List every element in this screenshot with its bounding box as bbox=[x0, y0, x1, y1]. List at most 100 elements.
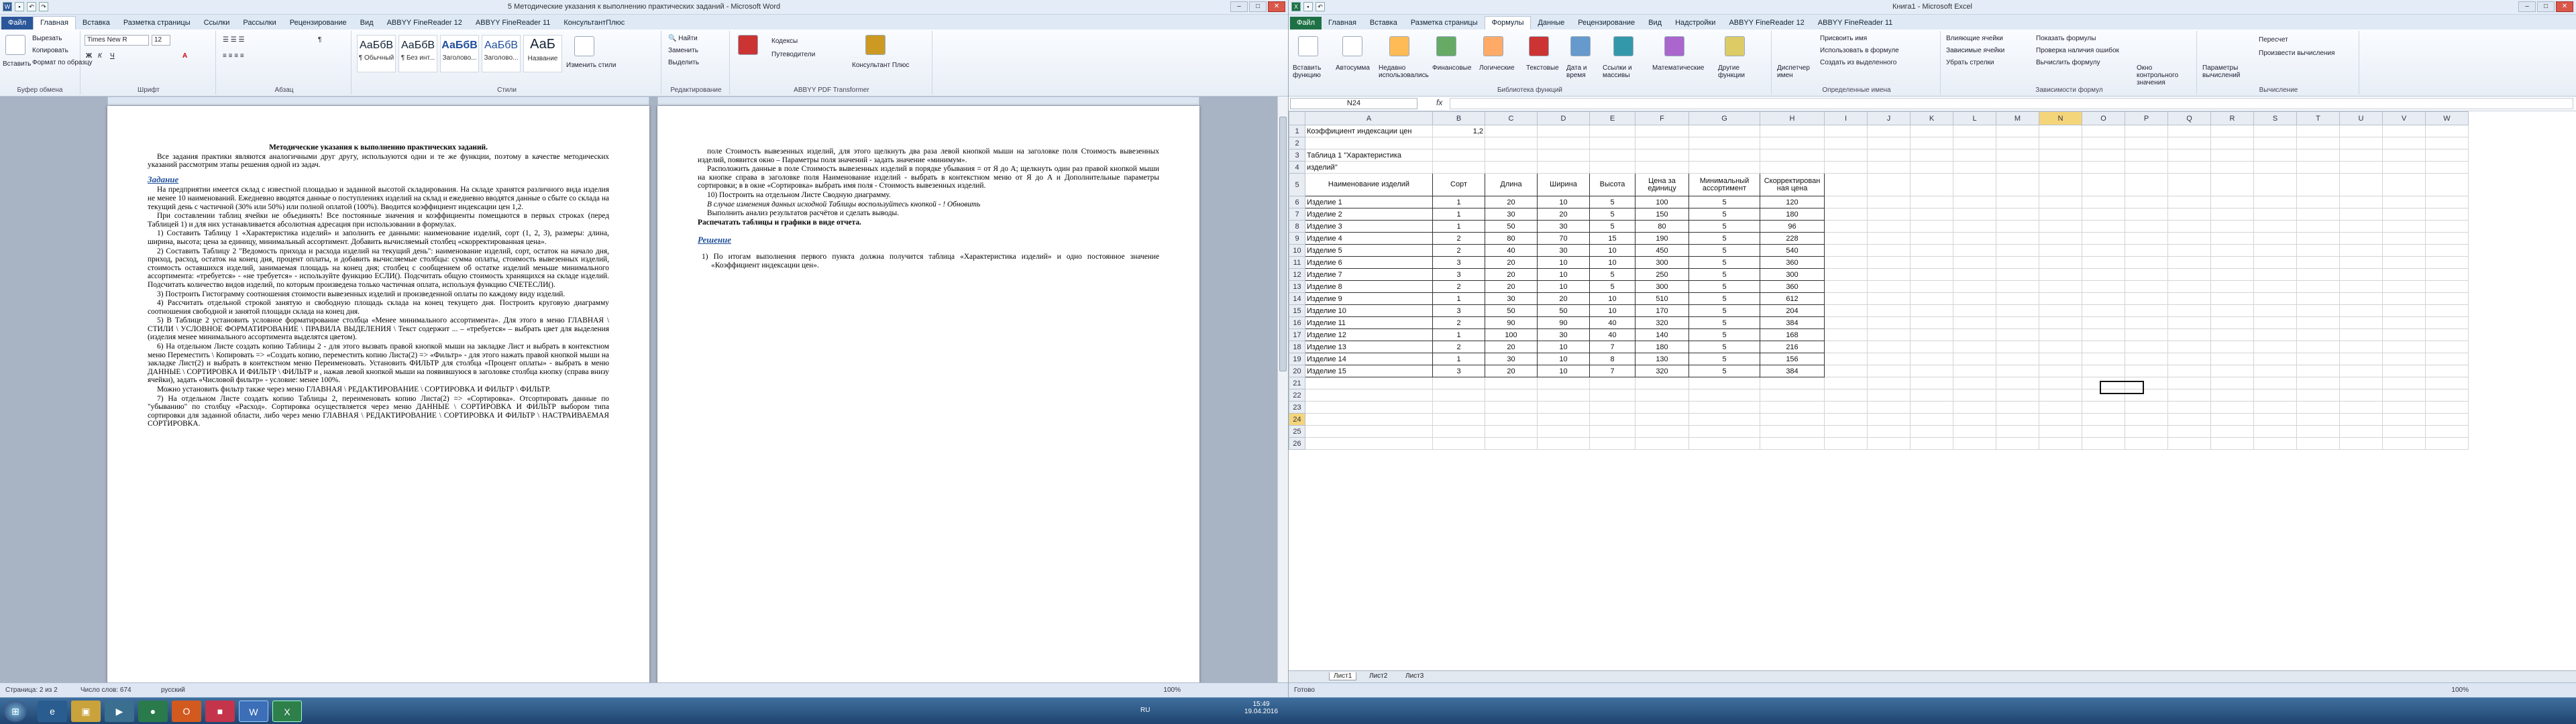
cell[interactable] bbox=[2210, 208, 2254, 221]
cell[interactable] bbox=[1867, 149, 1911, 162]
cell[interactable] bbox=[1867, 437, 1911, 450]
cell[interactable] bbox=[1305, 425, 1433, 438]
cell[interactable] bbox=[1867, 377, 1911, 389]
financial-button[interactable]: Финансовые bbox=[1432, 64, 1472, 72]
row-header[interactable]: 13 bbox=[1289, 280, 1305, 293]
cell[interactable] bbox=[2210, 437, 2254, 450]
cell[interactable] bbox=[1305, 137, 1433, 149]
tab-abbyy-11[interactable]: ABBYY FineReader 11 bbox=[1811, 17, 1900, 29]
cell[interactable] bbox=[1824, 328, 1868, 341]
cell[interactable] bbox=[1996, 377, 2039, 389]
cell[interactable] bbox=[1996, 161, 2039, 174]
cell[interactable] bbox=[1953, 316, 1996, 329]
table-cell[interactable]: 30 bbox=[1537, 244, 1590, 257]
sigma-icon[interactable] bbox=[1342, 36, 1362, 56]
use-in-formula-button[interactable]: Использовать в формуле bbox=[1820, 47, 1899, 54]
row-header[interactable]: 4 bbox=[1289, 161, 1305, 174]
cell[interactable] bbox=[2425, 161, 2469, 174]
table-cell[interactable]: 20 bbox=[1485, 280, 1538, 293]
cell[interactable] bbox=[1432, 413, 1485, 426]
maximize-icon[interactable]: □ bbox=[2537, 1, 2555, 12]
cell[interactable] bbox=[2125, 220, 2168, 233]
cell[interactable] bbox=[1910, 268, 1953, 281]
cell[interactable] bbox=[1910, 232, 1953, 245]
cell[interactable] bbox=[1996, 353, 2039, 365]
cell[interactable] bbox=[2425, 413, 2469, 426]
cell[interactable] bbox=[1688, 377, 1760, 389]
cell[interactable] bbox=[1996, 149, 2039, 162]
row-header[interactable]: 3 bbox=[1289, 149, 1305, 162]
cell[interactable] bbox=[2382, 125, 2426, 137]
trace-dependents-button[interactable]: Зависимые ячейки bbox=[1946, 47, 2004, 54]
cell[interactable] bbox=[1485, 377, 1538, 389]
bold-button[interactable]: Ж bbox=[86, 52, 92, 60]
row-header[interactable]: 20 bbox=[1289, 365, 1305, 377]
cell[interactable] bbox=[2082, 268, 2125, 281]
cell[interactable] bbox=[1537, 161, 1590, 174]
tab-abbyy-11[interactable]: ABBYY FineReader 11 bbox=[469, 17, 557, 29]
row-header[interactable]: 10 bbox=[1289, 244, 1305, 257]
cell[interactable] bbox=[1537, 425, 1590, 438]
tab-insert[interactable]: Вставка bbox=[76, 17, 117, 29]
cell[interactable] bbox=[1824, 365, 1868, 377]
table-cell[interactable]: 10 bbox=[1537, 341, 1590, 353]
table-cell[interactable]: 1 bbox=[1432, 196, 1485, 208]
zoom-level[interactable]: 100% bbox=[1163, 686, 1181, 694]
column-header[interactable]: B bbox=[1432, 111, 1485, 125]
cell[interactable] bbox=[1760, 125, 1825, 137]
cell[interactable] bbox=[1688, 389, 1760, 402]
cell[interactable] bbox=[2253, 244, 2297, 257]
cell[interactable] bbox=[1910, 437, 1953, 450]
cell[interactable] bbox=[1996, 292, 2039, 305]
cell[interactable] bbox=[1824, 196, 1868, 208]
book-icon[interactable] bbox=[1483, 36, 1503, 56]
cell[interactable] bbox=[2296, 268, 2340, 281]
cell[interactable] bbox=[1485, 149, 1538, 162]
cell[interactable] bbox=[2167, 401, 2211, 414]
cell[interactable] bbox=[1537, 149, 1590, 162]
cell[interactable] bbox=[2039, 304, 2082, 317]
cell[interactable] bbox=[1953, 137, 1996, 149]
change-styles-icon[interactable] bbox=[574, 36, 594, 56]
cell[interactable] bbox=[2082, 304, 2125, 317]
tab-review[interactable]: Рецензирование bbox=[283, 17, 354, 29]
cell[interactable] bbox=[1432, 425, 1485, 438]
table-cell[interactable]: 40 bbox=[1485, 244, 1538, 257]
cell[interactable] bbox=[2296, 437, 2340, 450]
cell[interactable] bbox=[2125, 173, 2168, 196]
cell[interactable] bbox=[2382, 425, 2426, 438]
language[interactable]: русский bbox=[161, 686, 185, 694]
style-heading-1[interactable]: АаБбВ Заголово... bbox=[440, 35, 479, 72]
tab-consultant[interactable]: КонсультантПлюс bbox=[557, 17, 631, 29]
cell[interactable] bbox=[2082, 220, 2125, 233]
book-icon[interactable] bbox=[1436, 36, 1456, 56]
table-cell[interactable]: 2 bbox=[1432, 316, 1485, 329]
row-header[interactable]: 17 bbox=[1289, 328, 1305, 341]
cell[interactable] bbox=[2339, 137, 2383, 149]
cell[interactable] bbox=[1867, 256, 1911, 269]
table-cell[interactable]: 540 bbox=[1760, 244, 1825, 257]
cell[interactable] bbox=[2210, 389, 2254, 402]
cell[interactable] bbox=[2210, 377, 2254, 389]
cell[interactable] bbox=[2167, 341, 2211, 353]
cell[interactable] bbox=[2039, 341, 2082, 353]
cell[interactable] bbox=[2082, 377, 2125, 389]
cell[interactable] bbox=[2339, 220, 2383, 233]
table-header-cell[interactable]: Наименование изделий bbox=[1305, 173, 1433, 196]
consultant-button[interactable]: Консультант Плюс bbox=[852, 62, 909, 69]
cell[interactable] bbox=[1996, 196, 2039, 208]
column-header[interactable]: Q bbox=[2167, 111, 2211, 125]
cell[interactable] bbox=[2425, 256, 2469, 269]
cell[interactable] bbox=[2039, 328, 2082, 341]
table-header-cell[interactable]: Цена за единицу bbox=[1635, 173, 1689, 196]
cell[interactable] bbox=[2296, 232, 2340, 245]
cell[interactable] bbox=[2039, 173, 2082, 196]
cell[interactable] bbox=[2339, 173, 2383, 196]
row-header[interactable]: 25 bbox=[1289, 425, 1305, 438]
cell[interactable] bbox=[2210, 328, 2254, 341]
cell[interactable] bbox=[2125, 256, 2168, 269]
cell[interactable] bbox=[2039, 377, 2082, 389]
cell[interactable] bbox=[2167, 137, 2211, 149]
cell[interactable] bbox=[1996, 256, 2039, 269]
column-header[interactable]: V bbox=[2382, 111, 2426, 125]
